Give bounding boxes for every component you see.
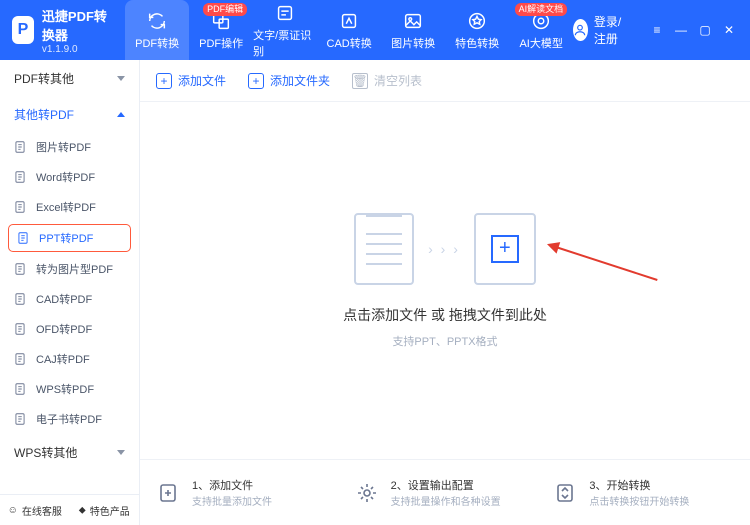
maximize-button[interactable]: ▢: [694, 19, 716, 41]
footer-products[interactable]: ⬥ 特色产品: [70, 495, 140, 525]
step-1: 1、添加文件支持批量添加文件: [154, 477, 339, 508]
file-type-icon: [12, 139, 28, 155]
add-folder-button[interactable]: + 添加文件夹: [248, 72, 330, 89]
add-box-icon: +: [474, 213, 536, 285]
file-type-icon: [12, 411, 28, 427]
sidebar-item-4[interactable]: 转为图片型PDF: [0, 254, 139, 284]
clear-list-button[interactable]: 🗑 清空列表: [352, 72, 422, 89]
plus-folder-icon: +: [248, 73, 264, 89]
add-file-step-icon: [154, 479, 182, 507]
sidebar-item-label: PPT转PDF: [39, 230, 93, 246]
step-2: 2、设置输出配置支持批量操作和各种设置: [353, 477, 538, 508]
plus-file-icon: +: [156, 73, 172, 89]
nav-image[interactable]: 图片转换: [381, 0, 445, 60]
arrow-dots-icon: › › ›: [428, 241, 460, 257]
sidebar-item-label: CAD转PDF: [36, 291, 92, 307]
sidebar-item-0[interactable]: 图片转PDF: [0, 132, 139, 162]
sidebar: PDF转其他 其他转PDF 图片转PDF Word转PDF Excel转PDF PPT…: [0, 60, 140, 525]
app-version: v1.1.9.0: [42, 44, 113, 55]
chevron-up-icon: [117, 112, 125, 117]
cad-icon: [338, 10, 360, 32]
sidebar-item-5[interactable]: CAD转PDF: [0, 284, 139, 314]
sidebar-item-8[interactable]: WPS转PDF: [0, 374, 139, 404]
sidebar-item-1[interactable]: Word转PDF: [0, 162, 139, 192]
sidebar-item-3[interactable]: PPT转PDF: [8, 224, 131, 252]
group-pdf-to-other[interactable]: PDF转其他: [0, 60, 139, 96]
file-type-icon: [12, 261, 28, 277]
titlebar-right: 登录/注册 ≡ — ▢ ✕: [573, 13, 750, 47]
sidebar-item-6[interactable]: OFD转PDF: [0, 314, 139, 344]
top-nav: PDF转换 PDF编辑 PDF操作 文字/票证识别 CAD转换 图片转换 特色转…: [125, 0, 573, 60]
file-type-icon: [12, 169, 28, 185]
sidebar-item-label: Excel转PDF: [36, 199, 96, 215]
nav-cad[interactable]: CAD转换: [317, 0, 381, 60]
chevron-down-icon: [117, 450, 125, 455]
drop-subtitle: 支持PPT、PPTX格式: [392, 333, 497, 349]
drop-illustration: › › › +: [354, 213, 536, 285]
convert-step-icon: [551, 479, 579, 507]
minimize-button[interactable]: —: [670, 19, 692, 41]
sidebar-item-label: 转为图片型PDF: [36, 261, 113, 277]
sidebar-item-label: WPS转PDF: [36, 381, 94, 397]
nav-pdf-convert[interactable]: PDF转换: [125, 0, 189, 60]
sidebar-item-9[interactable]: 电子书转PDF: [0, 404, 139, 434]
trash-icon: 🗑: [352, 73, 368, 89]
sidebar-item-7[interactable]: CAJ转PDF: [0, 344, 139, 374]
add-file-button[interactable]: + 添加文件: [156, 72, 226, 89]
footer-support[interactable]: ☺ 在线客服: [0, 495, 70, 525]
file-type-icon: [12, 199, 28, 215]
group-wps-to-other[interactable]: WPS转其他: [0, 434, 139, 470]
drop-title: 点击添加文件 或 拖拽文件到此处: [343, 305, 547, 325]
toolbar: + 添加文件 + 添加文件夹 🗑 清空列表: [140, 60, 750, 102]
document-icon: [354, 213, 414, 285]
chevron-down-icon: [117, 76, 125, 81]
star-icon: [466, 10, 488, 32]
annotation-arrow: [552, 245, 657, 281]
file-type-icon: [12, 351, 28, 367]
file-type-icon: [12, 291, 28, 307]
file-type-icon: [15, 230, 31, 246]
menu-button[interactable]: ≡: [646, 19, 668, 41]
settings-step-icon: [353, 479, 381, 507]
sidebar-item-label: 电子书转PDF: [36, 411, 102, 427]
login-button[interactable]: 登录/注册: [573, 13, 628, 47]
badge-ai: AI解读文档: [515, 3, 568, 16]
app-logo-icon: P: [12, 16, 34, 44]
title-bar: P 迅捷PDF转换器 v1.1.9.0 PDF转换 PDF编辑 PDF操作 文字…: [0, 0, 750, 60]
sidebar-item-2[interactable]: Excel转PDF: [0, 192, 139, 222]
steps-bar: 1、添加文件支持批量添加文件 2、设置输出配置支持批量操作和各种设置 3、开始转…: [140, 459, 750, 525]
sidebar-footer: ☺ 在线客服 ⬥ 特色产品: [0, 494, 139, 525]
nav-pdf-operate[interactable]: PDF编辑 PDF操作: [189, 0, 253, 60]
brand-area: P 迅捷PDF转换器 v1.1.9.0: [0, 6, 125, 55]
nav-ocr[interactable]: 文字/票证识别: [253, 0, 317, 60]
image-icon: [402, 10, 424, 32]
main-panel: + 添加文件 + 添加文件夹 🗑 清空列表 › › › + 点击添加文件 或 拖…: [140, 60, 750, 525]
nav-ai[interactable]: AI解读文档 AI大模型: [509, 0, 573, 60]
avatar-icon: [573, 19, 588, 41]
sidebar-item-label: OFD转PDF: [36, 321, 92, 337]
scan-icon: [274, 2, 296, 24]
drop-zone[interactable]: › › › + 点击添加文件 或 拖拽文件到此处 支持PPT、PPTX格式: [140, 102, 750, 459]
group-other-to-pdf[interactable]: 其他转PDF: [0, 96, 139, 132]
sidebar-item-label: CAJ转PDF: [36, 351, 90, 367]
close-button[interactable]: ✕: [718, 19, 740, 41]
nav-special[interactable]: 特色转换: [445, 0, 509, 60]
badge-pdf-edit: PDF编辑: [203, 3, 247, 16]
app-name: 迅捷PDF转换器: [42, 6, 113, 44]
step-3: 3、开始转换点击转换按钮开始转换: [551, 477, 736, 508]
file-type-icon: [12, 321, 28, 337]
refresh-icon: [146, 10, 168, 32]
file-type-icon: [12, 381, 28, 397]
sidebar-item-label: Word转PDF: [36, 169, 95, 185]
sidebar-item-label: 图片转PDF: [36, 139, 91, 155]
